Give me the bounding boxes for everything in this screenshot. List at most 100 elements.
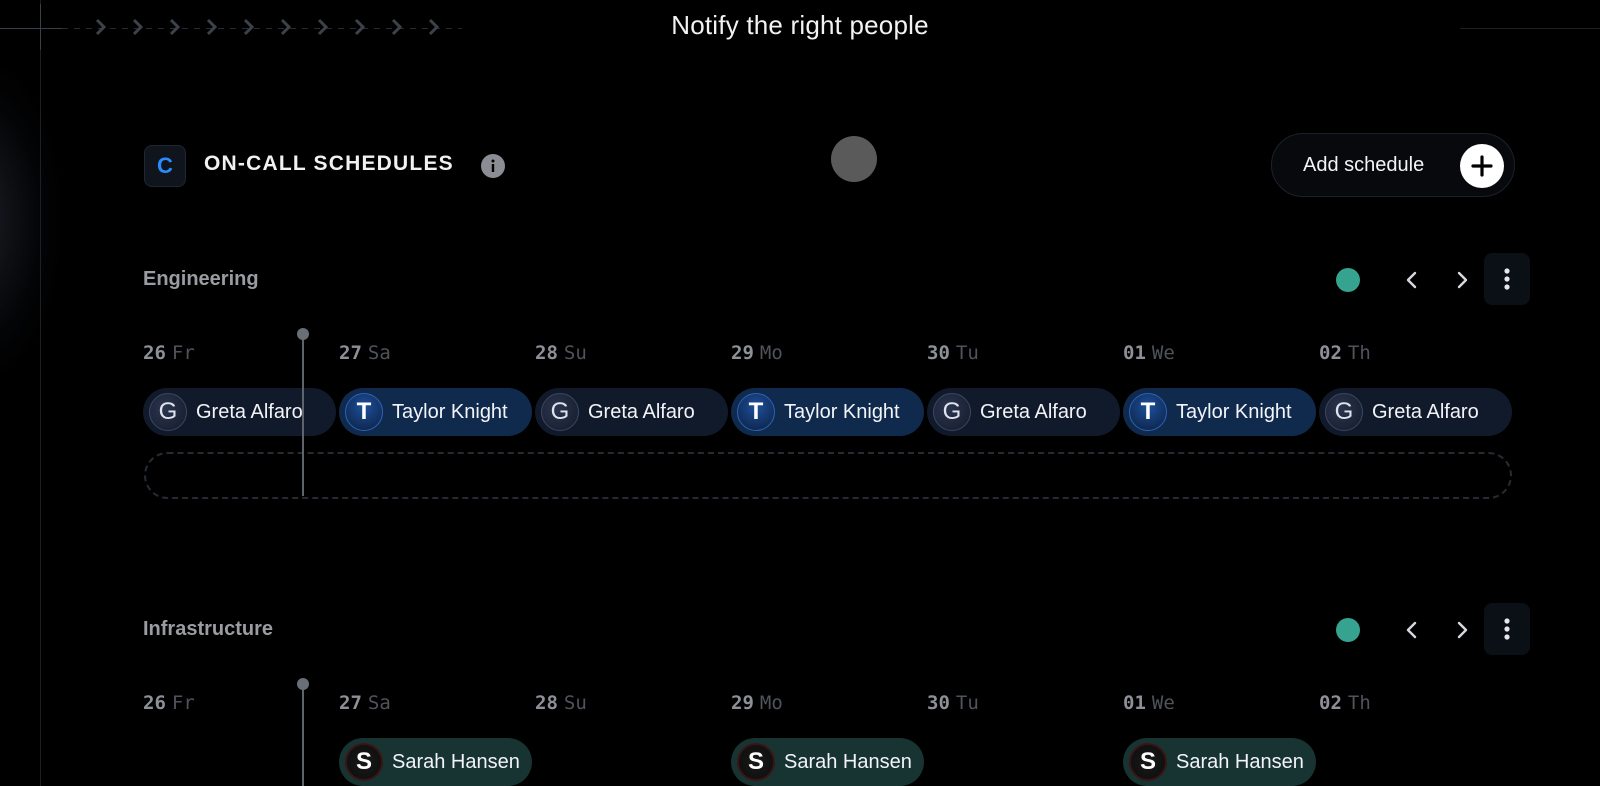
day-number: 30 (927, 692, 950, 714)
shift-pill[interactable]: G Greta Alfaro (927, 388, 1120, 436)
shift-person-name: Greta Alfaro (196, 400, 303, 423)
day-weekday: Mo (759, 342, 783, 364)
day-weekday: Mo (759, 692, 783, 714)
day-number: 30 (927, 342, 950, 364)
shift-pill[interactable]: G Greta Alfaro (143, 388, 336, 436)
day-label: 26 Fr (143, 692, 195, 714)
section-title: ON-CALL SCHEDULES (204, 152, 454, 175)
avatar: T (345, 393, 383, 431)
day-label: 29 Mo (731, 692, 783, 714)
day-weekday: Th (1347, 692, 1371, 714)
page-headline: Notify the right people (671, 10, 929, 40)
shift-person-name: Sarah Hansen (784, 750, 912, 773)
shift-pill[interactable]: S Sarah Hansen (1123, 738, 1316, 786)
avatar: S (737, 743, 775, 781)
plus-icon (1460, 144, 1504, 188)
day-label: 29 Mo (731, 342, 783, 364)
day-label: 01 We (1123, 342, 1175, 364)
next-week-button[interactable] (1443, 612, 1479, 648)
current-time-marker (297, 678, 309, 690)
avatar: T (737, 393, 775, 431)
day-label: 28 Su (535, 692, 587, 714)
more-vertical-icon (1504, 618, 1510, 640)
shift-person-name: Taylor Knight (784, 400, 900, 423)
day-label: 02 Th (1319, 692, 1371, 714)
avatar: G (149, 393, 187, 431)
shift-person-name: Taylor Knight (1176, 400, 1292, 423)
day-label: 02 Th (1319, 342, 1371, 364)
day-weekday: Tu (955, 342, 979, 364)
day-number: 28 (535, 692, 558, 714)
day-weekday: Sa (367, 692, 391, 714)
day-weekday: Fr (171, 342, 195, 364)
day-number: 28 (535, 342, 558, 364)
app-logo: C (144, 145, 186, 187)
frame-line-vertical (40, 0, 41, 786)
shift-pill[interactable]: S Sarah Hansen (339, 738, 532, 786)
shift-pill[interactable]: T Taylor Knight (339, 388, 532, 436)
shift-person-name: Greta Alfaro (1372, 400, 1479, 423)
shift-pill[interactable]: T Taylor Knight (731, 388, 924, 436)
prev-week-button[interactable] (1395, 262, 1431, 298)
day-weekday: We (1151, 342, 1175, 364)
next-week-button[interactable] (1443, 262, 1479, 298)
day-number: 02 (1319, 692, 1342, 714)
more-vertical-icon (1504, 268, 1510, 290)
cursor-indicator (831, 136, 877, 182)
prev-week-button[interactable] (1395, 612, 1431, 648)
empty-shift-slot[interactable] (144, 452, 1512, 499)
day-label: 30 Tu (927, 342, 979, 364)
day-weekday: Sa (367, 342, 391, 364)
day-weekday: We (1151, 692, 1175, 714)
avatar: S (345, 743, 383, 781)
shift-person-name: Sarah Hansen (1176, 750, 1304, 773)
info-icon[interactable] (481, 154, 505, 178)
day-label: 27 Sa (339, 692, 391, 714)
chevron-left-icon (1406, 271, 1417, 289)
background-nebula (0, 60, 60, 380)
day-weekday: Fr (171, 692, 195, 714)
chevron-left-icon (1406, 621, 1417, 639)
add-schedule-label: Add schedule (1303, 153, 1425, 176)
day-label: 01 We (1123, 692, 1175, 714)
day-weekday: Su (563, 342, 587, 364)
shift-pill[interactable]: G Greta Alfaro (535, 388, 728, 436)
shift-pill[interactable]: S Sarah Hansen (731, 738, 924, 786)
avatar: S (1129, 743, 1167, 781)
chevron-right-icon (1457, 621, 1468, 639)
shift-pill[interactable]: T Taylor Knight (1123, 388, 1316, 436)
schedule-name: Engineering (143, 268, 259, 290)
day-label: 28 Su (535, 342, 587, 364)
day-number: 01 (1123, 342, 1146, 364)
shift-person-name: Taylor Knight (392, 400, 508, 423)
day-number: 27 (339, 342, 362, 364)
more-options-button[interactable] (1484, 253, 1530, 305)
shift-person-name: Sarah Hansen (392, 750, 520, 773)
day-weekday: Tu (955, 692, 979, 714)
chevron-right-icon (1457, 271, 1468, 289)
status-indicator (1336, 268, 1360, 292)
day-number: 27 (339, 692, 362, 714)
day-label: 30 Tu (927, 692, 979, 714)
shift-pill[interactable]: G Greta Alfaro (1319, 388, 1512, 436)
day-weekday: Su (563, 692, 587, 714)
day-number: 29 (731, 692, 754, 714)
day-number: 29 (731, 342, 754, 364)
day-label: 26 Fr (143, 342, 195, 364)
day-number: 01 (1123, 692, 1146, 714)
more-options-button[interactable] (1484, 603, 1530, 655)
avatar: G (933, 393, 971, 431)
avatar: G (541, 393, 579, 431)
current-time-line (302, 684, 304, 786)
shift-person-name: Greta Alfaro (588, 400, 695, 423)
day-weekday: Th (1347, 342, 1371, 364)
add-schedule-button[interactable]: Add schedule (1271, 133, 1515, 197)
day-number: 26 (143, 692, 166, 714)
info-glyph (491, 159, 495, 172)
current-time-line (302, 334, 304, 496)
status-indicator (1336, 618, 1360, 642)
avatar: T (1129, 393, 1167, 431)
avatar: G (1325, 393, 1363, 431)
day-number: 26 (143, 342, 166, 364)
day-label: 27 Sa (339, 342, 391, 364)
